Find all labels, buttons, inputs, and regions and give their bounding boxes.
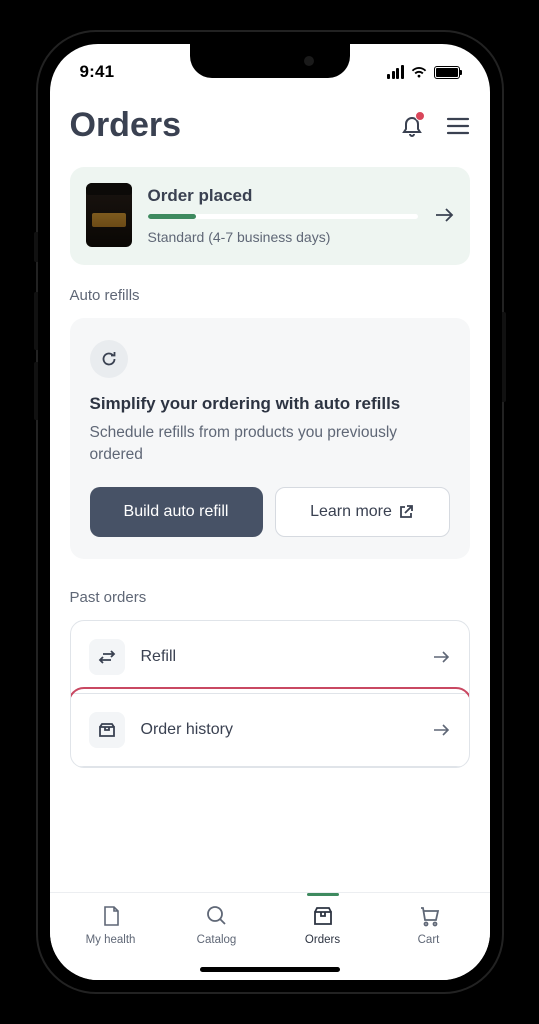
package-icon	[312, 905, 334, 927]
shipping-info: Standard (4-7 business days)	[148, 229, 418, 245]
document-icon	[101, 905, 121, 927]
refresh-icon	[100, 350, 118, 368]
refill-label: Refill	[141, 648, 415, 666]
refill-icon-wrap	[89, 639, 125, 675]
auto-refills-section-label: Auto refills	[70, 287, 470, 304]
build-auto-refill-button[interactable]: Build auto refill	[90, 487, 263, 537]
history-icon-wrap	[89, 712, 125, 748]
battery-icon	[434, 66, 460, 79]
notifications-button[interactable]	[400, 113, 424, 139]
learn-more-label: Learn more	[310, 503, 392, 521]
box-icon	[98, 721, 116, 739]
tab-health-label: My health	[86, 934, 136, 946]
refill-row[interactable]: Refill	[71, 621, 469, 694]
order-history-label: Order history	[141, 721, 415, 739]
build-btn-label: Build auto refill	[124, 503, 229, 521]
swap-icon	[98, 648, 116, 666]
tab-orders[interactable]: Orders	[270, 903, 376, 946]
auto-refill-card: Simplify your ordering with auto refills…	[70, 318, 470, 559]
notification-badge	[415, 111, 425, 121]
wifi-icon	[410, 66, 428, 79]
auto-refill-desc: Schedule refills from products you previ…	[90, 422, 450, 467]
arrow-right-icon	[431, 650, 451, 664]
auto-refill-title: Simplify your ordering with auto refills	[90, 394, 450, 414]
signal-icon	[387, 65, 404, 79]
status-indicators	[387, 65, 460, 79]
tab-cart-label: Cart	[418, 934, 440, 946]
past-orders-section-label: Past orders	[70, 589, 470, 606]
learn-more-button[interactable]: Learn more	[275, 487, 450, 537]
page-title: Orders	[70, 106, 182, 145]
order-progress	[148, 214, 418, 219]
current-order-card[interactable]: Order placed Standard (4-7 business days…	[70, 167, 470, 265]
arrow-right-icon	[431, 723, 451, 737]
tab-orders-label: Orders	[305, 934, 340, 946]
external-link-icon	[398, 504, 414, 520]
menu-button[interactable]	[446, 116, 470, 136]
tab-catalog[interactable]: Catalog	[164, 903, 270, 946]
arrow-right-icon	[434, 207, 454, 223]
refresh-icon-badge	[90, 340, 128, 378]
tab-catalog-label: Catalog	[197, 934, 237, 946]
notch	[190, 44, 350, 78]
past-orders-list: Refill Order history	[70, 620, 470, 768]
product-image	[86, 183, 132, 247]
tab-cart[interactable]: Cart	[376, 903, 482, 946]
tab-my-health[interactable]: My health	[58, 903, 164, 946]
search-icon	[206, 905, 228, 927]
cart-icon	[418, 905, 440, 927]
order-history-row[interactable]: Order history	[71, 694, 469, 767]
status-time: 9:41	[80, 62, 115, 82]
order-status: Order placed	[148, 186, 418, 206]
home-indicator[interactable]	[200, 967, 340, 972]
